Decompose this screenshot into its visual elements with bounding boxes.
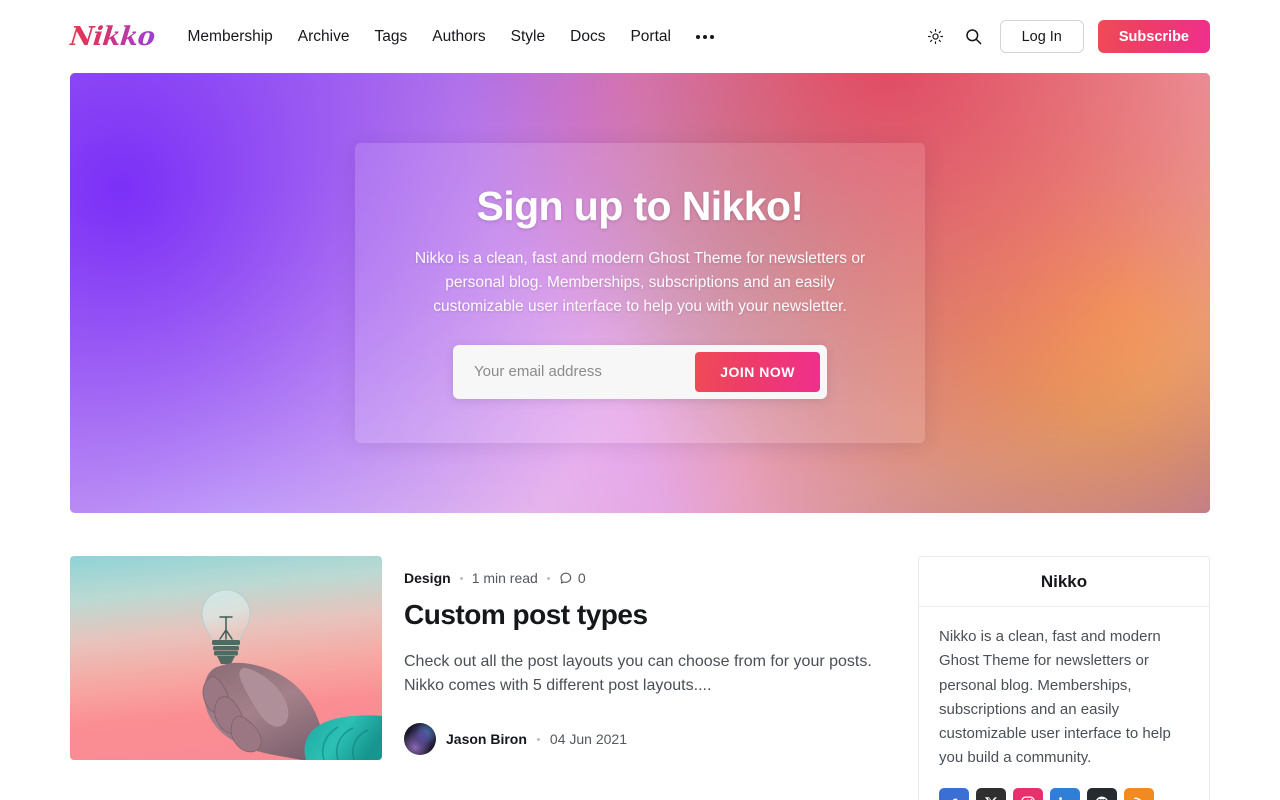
about-widget: Nikko Nikko is a clean, fast and modern … [918, 556, 1210, 800]
nav-item-style[interactable]: Style [511, 28, 545, 46]
linkedin-icon[interactable] [1050, 787, 1080, 800]
site-header: Nikko Membership Archive Tags Authors St… [0, 0, 1280, 73]
github-icon[interactable] [1087, 787, 1117, 800]
content-area: Design 1 min read 0 Custom post types Ch… [0, 513, 1280, 800]
more-menu-icon[interactable] [695, 31, 714, 43]
widget-title: Nikko [919, 557, 1209, 607]
post-title[interactable]: Custom post types [404, 598, 878, 632]
widget-body: Nikko is a clean, fast and modern Ghost … [919, 607, 1209, 800]
post-excerpt: Check out all the post layouts you can c… [404, 652, 872, 695]
about-text: Nikko is a clean, fast and modern Ghost … [939, 628, 1171, 767]
post-comments[interactable]: 0 [559, 570, 586, 586]
hero-title: Sign up to Nikko! [476, 183, 804, 230]
site-logo[interactable]: Nikko [68, 22, 156, 52]
post-details: Design 1 min read 0 Custom post types Ch… [404, 556, 878, 760]
post-read-time: 1 min read [471, 570, 538, 586]
post-thumbnail[interactable] [70, 556, 382, 760]
nav-item-docs[interactable]: Docs [570, 28, 605, 46]
hero-description: Nikko is a clean, fast and modern Ghost … [414, 249, 866, 315]
instagram-icon[interactable] [1013, 787, 1043, 800]
social-links [939, 787, 1189, 800]
search-icon[interactable] [962, 25, 986, 49]
post-meta: Design 1 min read 0 [404, 570, 878, 586]
avatar[interactable] [404, 723, 436, 756]
comment-count: 0 [577, 570, 586, 586]
meta-separator-icon [459, 576, 463, 580]
header-actions: Log In Subscribe [924, 20, 1210, 53]
signup-form: JOIN NOW [453, 344, 827, 399]
sidebar: Nikko Nikko is a clean, fast and modern … [918, 556, 1210, 800]
post-tag[interactable]: Design [404, 570, 451, 586]
signup-card: Sign up to Nikko! Nikko is a clean, fast… [355, 143, 925, 443]
rss-icon[interactable] [1124, 787, 1154, 800]
login-button[interactable]: Log In [999, 20, 1084, 53]
post-card: Design 1 min read 0 Custom post types Ch… [70, 556, 878, 760]
nav-item-archive[interactable]: Archive [298, 28, 350, 46]
nav-item-tags[interactable]: Tags [374, 28, 407, 46]
subscribe-button[interactable]: Subscribe [1097, 20, 1210, 53]
post-date: 04 Jun 2021 [549, 731, 627, 748]
author-name[interactable]: Jason Biron [446, 731, 527, 747]
email-input[interactable] [460, 363, 696, 381]
meta-separator-icon [536, 737, 540, 741]
hero-banner: Sign up to Nikko! Nikko is a clean, fast… [70, 73, 1210, 513]
x-twitter-icon[interactable] [976, 787, 1006, 800]
meta-separator-icon [546, 576, 550, 580]
sun-icon[interactable] [924, 25, 948, 49]
post-author-row: Jason Biron 04 Jun 2021 [404, 723, 878, 756]
nav-item-membership[interactable]: Membership [188, 28, 273, 46]
main-navigation: Membership Archive Tags Authors Style Do… [188, 28, 714, 46]
nav-item-authors[interactable]: Authors [432, 28, 485, 46]
comment-icon [560, 572, 572, 584]
join-now-button[interactable]: JOIN NOW [695, 351, 820, 392]
facebook-icon[interactable] [939, 787, 969, 800]
post-feed: Design 1 min read 0 Custom post types Ch… [70, 556, 878, 800]
nav-item-portal[interactable]: Portal [630, 28, 671, 46]
